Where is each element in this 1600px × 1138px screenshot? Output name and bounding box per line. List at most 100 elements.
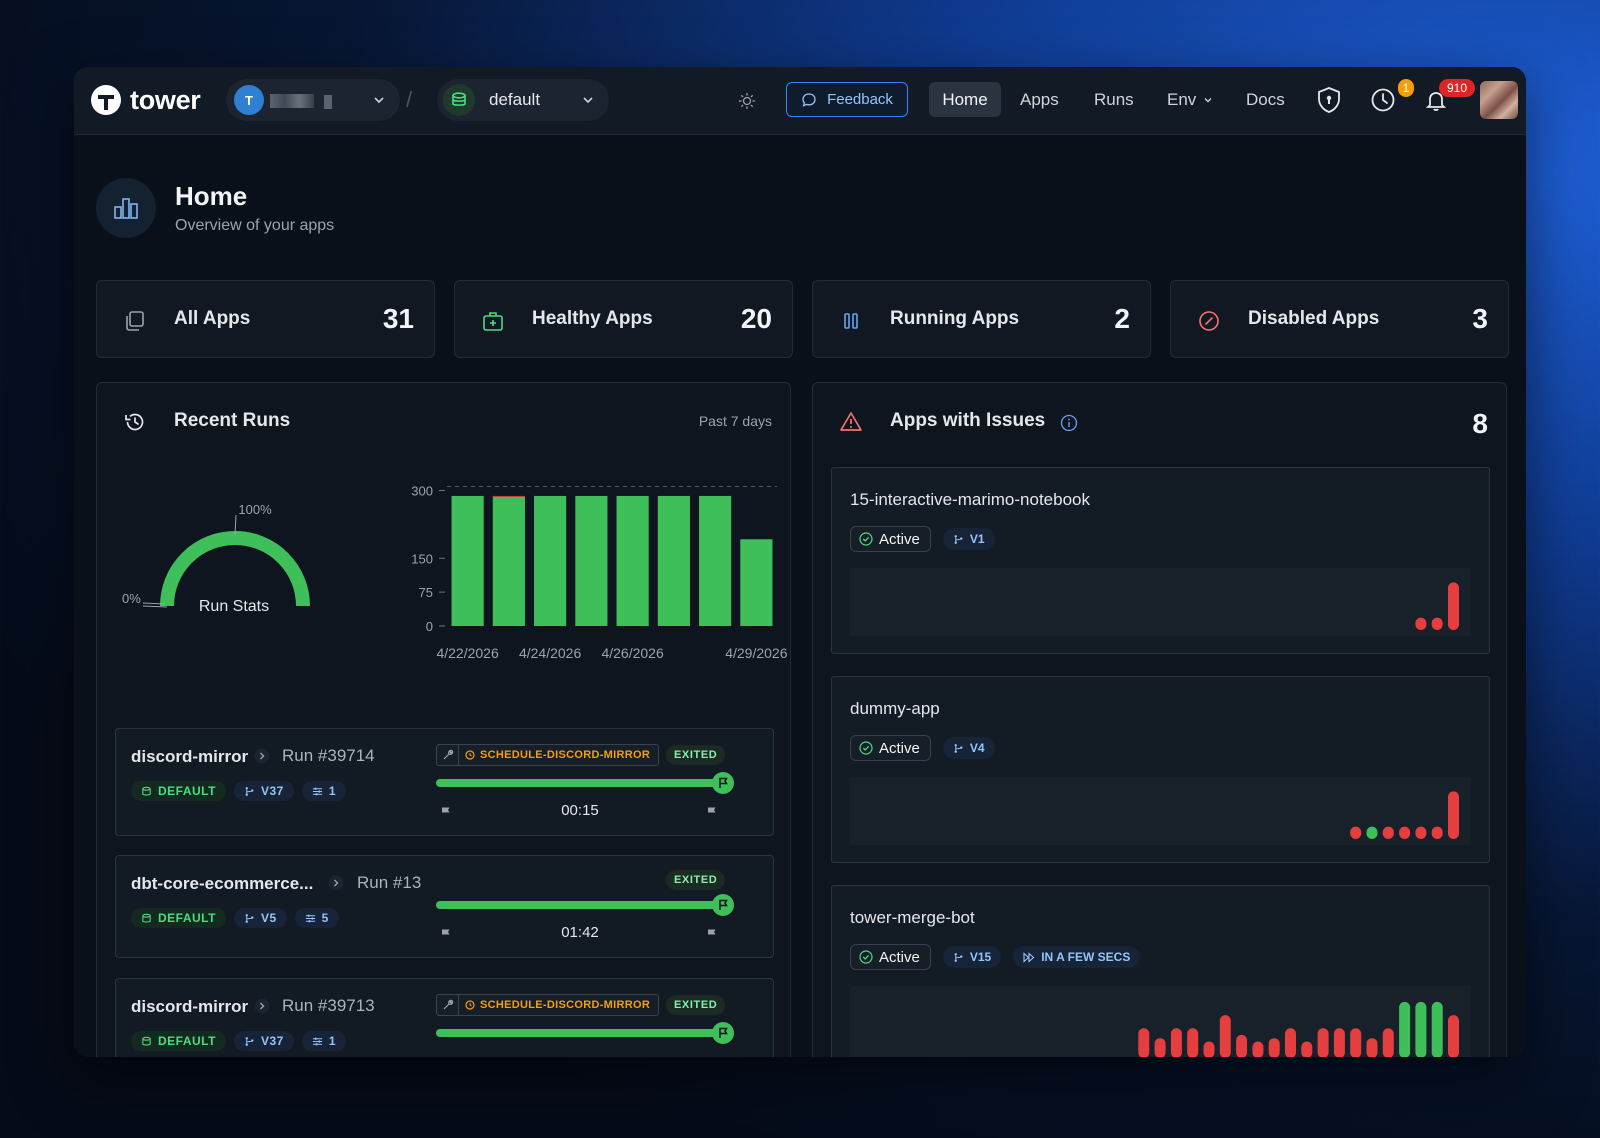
chevron-down-icon [374, 97, 384, 104]
run-history-bar[interactable] [1399, 826, 1411, 839]
environment-tag-label: DEFAULT [158, 784, 216, 798]
user-avatar[interactable] [1480, 81, 1518, 119]
run-history-sparkline [850, 777, 1471, 845]
run-history-bar[interactable] [1415, 826, 1427, 839]
bar [451, 495, 484, 626]
stat-card-running-apps[interactable]: Running Apps 2 [812, 280, 1151, 358]
run-progress-track [436, 779, 724, 787]
stat-card-all-apps[interactable]: All Apps 31 [96, 280, 435, 358]
run-history-bar[interactable] [1350, 1028, 1362, 1057]
environment-tag: DEFAULT [131, 781, 226, 801]
run-history-bar[interactable] [1448, 1015, 1459, 1057]
nav-apps[interactable]: Apps [1020, 82, 1059, 117]
database-icon [142, 786, 151, 795]
x-tick-label: 4/26/2026 [601, 645, 663, 661]
environment-tag-label: DEFAULT [158, 911, 216, 925]
run-history-bar[interactable] [1138, 1028, 1150, 1057]
y-tick-label: 0 [426, 619, 433, 634]
issue-app-card[interactable]: 15-interactive-marimo-notebook Active V1 [831, 467, 1490, 654]
run-history-bar[interactable] [1366, 826, 1378, 839]
run-history-bar[interactable] [1382, 1028, 1394, 1057]
run-card[interactable]: dbt-core-ecommerce... Run #13 DEFAULT V5… [115, 855, 774, 958]
run-app-name[interactable]: discord-mirror [131, 997, 248, 1017]
run-history-bar[interactable] [1448, 582, 1459, 630]
run-history-bar[interactable] [1187, 1028, 1199, 1057]
run-progress-track [436, 901, 724, 909]
issue-app-name[interactable]: 15-interactive-marimo-notebook [850, 490, 1090, 510]
nav-env[interactable]: Env [1167, 82, 1214, 117]
nav-runs[interactable]: Runs [1094, 82, 1134, 117]
run-history-bar[interactable] [1154, 1038, 1166, 1057]
run-history-bar[interactable] [1399, 1001, 1411, 1057]
brand-logo[interactable]: tower [90, 83, 201, 117]
run-history-bar[interactable] [1415, 1001, 1427, 1057]
run-history-bar[interactable] [1219, 1015, 1231, 1057]
shield-icon[interactable] [1314, 85, 1344, 115]
run-history-bar[interactable] [1301, 1041, 1313, 1058]
copy-icon [126, 311, 144, 331]
run-history-bar[interactable] [1431, 617, 1443, 630]
nav-home[interactable]: Home [929, 82, 1001, 117]
warning-triangle-icon [840, 412, 862, 431]
run-number[interactable]: Run #39714 [282, 746, 375, 766]
ban-icon [1199, 311, 1219, 331]
run-history-bar[interactable] [1285, 1028, 1296, 1057]
run-history-bar[interactable] [1366, 1038, 1378, 1057]
chevron-right-icon [254, 748, 270, 764]
run-history-bar[interactable] [1203, 1041, 1215, 1058]
history-clock-icon[interactable] [1368, 85, 1398, 115]
run-history-sparkline [850, 568, 1471, 636]
branch-icon [954, 534, 963, 544]
team-switcher[interactable]: T [226, 79, 400, 121]
pause-icon [844, 313, 858, 329]
issue-app-name[interactable]: tower-merge-bot [850, 908, 975, 928]
run-history-bar[interactable] [1333, 1028, 1345, 1057]
run-status-badge: EXITED [666, 995, 726, 1015]
issue-app-card[interactable]: tower-merge-bot Active V15 IN A FEW SECS [831, 885, 1490, 1057]
run-history-bar[interactable] [1236, 1034, 1248, 1057]
run-tags: DEFAULT V37 1 [131, 1031, 346, 1051]
branch-icon [245, 913, 254, 923]
run-history-bar[interactable] [1317, 1028, 1329, 1057]
run-status-badge: EXITED [666, 870, 726, 890]
theme-toggle-sun-icon[interactable] [738, 92, 756, 110]
tower-logo-icon [91, 85, 121, 115]
schedule-tag[interactable]: SCHEDULE-DISCORD-MIRROR [436, 744, 660, 766]
stat-card-healthy-apps[interactable]: Healthy Apps 20 [454, 280, 793, 358]
run-history-bar[interactable] [1170, 1028, 1182, 1057]
issue-app-name[interactable]: dummy-app [850, 699, 940, 719]
run-app-name[interactable]: dbt-core-ecommerce... [131, 874, 313, 894]
status-label: Active [879, 530, 920, 548]
run-history-bar[interactable] [1448, 791, 1459, 839]
time-range-label: Past 7 days [698, 413, 772, 429]
issue-tags: Active V15 IN A FEW SECS [850, 944, 1141, 970]
stat-card-disabled-apps[interactable]: Disabled Apps 3 [1170, 280, 1509, 358]
run-history-bar[interactable] [1382, 826, 1394, 839]
environment-switcher[interactable]: default [437, 79, 609, 121]
run-history-bar[interactable] [1431, 1001, 1443, 1057]
schedule-tag[interactable]: SCHEDULE-DISCORD-MIRROR [436, 994, 660, 1016]
run-history-bar[interactable] [1268, 1038, 1280, 1057]
run-card[interactable]: discord-mirror Run #39713 DEFAULT V37 1 [115, 978, 774, 1057]
check-circle-icon [859, 532, 873, 546]
issue-app-card[interactable]: dummy-app Active V4 [831, 676, 1490, 863]
run-app-name[interactable]: discord-mirror [131, 747, 248, 767]
version-tag: V1 [942, 528, 995, 550]
x-tick-label: 4/29/2026 [725, 645, 787, 661]
recent-runs-title: Recent Runs [174, 410, 291, 431]
run-history-bar[interactable] [1350, 826, 1362, 839]
chevron-right-icon [328, 875, 344, 891]
run-history-bar[interactable] [1415, 617, 1427, 630]
run-history-bar[interactable] [1431, 826, 1443, 839]
version-tag: V37 [233, 1031, 294, 1051]
nav-docs[interactable]: Docs [1246, 82, 1285, 117]
run-card[interactable]: discord-mirror Run #39714 DEFAULT V37 1 [115, 728, 774, 836]
run-tags: DEFAULT V37 1 [131, 781, 346, 801]
run-number[interactable]: Run #13 [357, 873, 421, 893]
app-window: tower T / default Feedback Home Apps Run… [74, 67, 1526, 1057]
run-history-bar[interactable] [1252, 1041, 1264, 1058]
version-tag-label: V5 [260, 911, 277, 925]
feedback-button[interactable]: Feedback [786, 82, 908, 117]
run-number[interactable]: Run #39713 [282, 996, 375, 1016]
info-icon[interactable] [1060, 414, 1078, 432]
